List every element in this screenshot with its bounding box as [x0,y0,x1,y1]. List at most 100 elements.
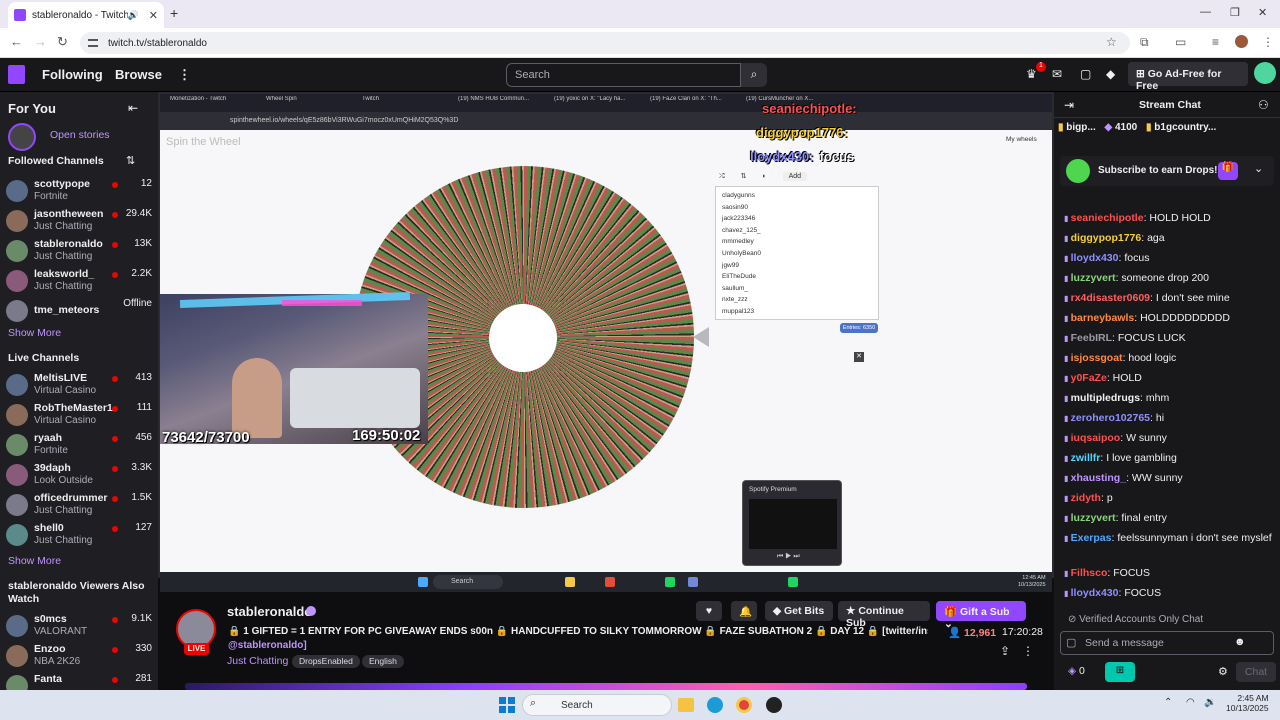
cast-icon[interactable]: ▭ [1175,35,1186,49]
chat-message[interactable]: ▮ barneybawls: HOLDDDDDDDDD [1064,312,1274,325]
chat-username[interactable]: multipledrugs [1071,392,1140,404]
collapse-chat-icon[interactable]: ⇥ [1064,98,1074,112]
menu-icon[interactable]: ⋮ [1262,35,1274,49]
predictions-icon[interactable]: ⊞ [1105,662,1135,682]
chat-username[interactable]: Filhsco [1071,567,1108,579]
more-icon[interactable]: ⋮ [178,67,191,83]
chat-message[interactable]: ▮ zidyth: p [1064,492,1274,505]
gift-sub-button[interactable]: 🎁 Gift a Sub ⌄ [936,601,1026,630]
channel-item[interactable]: s0mcs VALORANT 9.1K [6,613,152,641]
chat-username[interactable]: diggypop1776 [1071,232,1142,244]
bits-icon[interactable]: ◆ [1106,67,1115,81]
search-input[interactable]: Search [506,63,741,87]
channel-item[interactable]: scottypope Fortnite 12 [6,178,152,206]
twitch-logo-icon[interactable] [8,65,25,84]
user-avatar[interactable] [1254,62,1276,84]
chat-username[interactable]: y0FaZe [1071,372,1107,384]
channel-points[interactable]: ◈ 0 [1068,665,1085,677]
show-more-followed[interactable]: Show More [8,327,61,339]
prime-loot-icon[interactable]: ♛ [1026,67,1037,81]
wifi-icon[interactable]: ◠ [1186,697,1195,708]
chat-message[interactable]: ▮ lloydx430: FOCUS [1064,587,1274,600]
chat-message[interactable]: ▮ lloydx430: focus [1064,252,1274,265]
chat-username[interactable]: luzzyvert [1071,512,1116,524]
channel-item[interactable]: Enzoo NBA 2K26 330 [6,643,152,671]
chat-username[interactable]: zwillfr [1071,452,1101,464]
new-tab-icon[interactable]: + [170,5,178,21]
chat-username[interactable]: luzzyvert [1071,272,1116,284]
channel-item[interactable]: MeltisLIVE Virtual Casino 413 [6,372,152,400]
open-stories-link[interactable]: Open stories [50,129,110,141]
windows-start-icon[interactable] [499,697,515,713]
show-more-live[interactable]: Show More [8,555,61,567]
chat-username[interactable]: xhausting_ [1071,472,1126,484]
channel-item[interactable]: shell0 Just Chatting 127 [6,522,152,550]
forward-icon[interactable]: → [34,34,47,49]
back-icon[interactable]: ← [10,34,23,49]
continue-sub-button[interactable]: ★ Continue Sub [838,601,930,629]
chrome-taskbar-icon[interactable] [736,697,752,713]
channel-item[interactable]: jasontheween Just Chatting 29.4K [6,208,152,236]
chat-message[interactable]: ▮ luzzyvert: someone drop 200 [1064,272,1274,285]
chat-message[interactable]: ▮ luzzyvert: final entry [1064,512,1274,525]
chat-username[interactable]: lloydx430 [1071,587,1119,599]
chat-message[interactable]: ▮ rx4disaster0609: I don't see mine [1064,292,1274,305]
notifications-icon[interactable]: ✉ [1052,67,1062,81]
channel-item[interactable]: ryaah Fortnite 456 [6,432,152,460]
search-icon[interactable]: ⌕ [741,63,767,87]
url-field[interactable]: twitch.tv/stableronaldo [80,32,1130,54]
chat-gear-icon[interactable]: ⚙ [1218,665,1228,678]
profile-icon[interactable] [1235,35,1248,48]
channel-item[interactable]: 39daph Look Outside 3.3K [6,462,152,490]
channel-item[interactable]: stableronaldo Just Chatting 13K [6,238,152,266]
chat-message[interactable]: ▮ zerohero102765: hi [1064,412,1274,425]
gift-drops-icon[interactable]: 🎁 [1218,162,1238,180]
chat-message[interactable]: ▮ isjossgoat: hood logic [1064,352,1274,365]
more-options-icon[interactable]: ⋮ [1022,644,1034,658]
chat-username[interactable]: lloydx430 [1071,252,1119,264]
nav-following[interactable]: Following [42,67,103,82]
chat-settings-icon[interactable]: ▢ [1066,636,1076,649]
chat-message[interactable]: ▮ y0FaZe: HOLD [1064,372,1274,385]
chat-username[interactable]: iuqsaipoo [1071,432,1121,444]
browser-tab[interactable]: stableronaldo - Twitch 🔊 ✕ [8,2,164,28]
chat-message[interactable]: ▮ FeebIRL: FOCUS LUCK [1064,332,1274,345]
chat-username[interactable]: zidyth [1071,492,1101,504]
chat-message[interactable]: ▮ xhausting_: WW sunny [1064,472,1274,485]
close-window-icon[interactable]: ✕ [1258,6,1267,19]
os-clock[interactable]: 2:45 AM 10/13/2025 [1226,693,1269,713]
chat-message[interactable]: ▮ diggypop1776: aga [1064,232,1274,245]
edge-icon[interactable] [707,697,723,713]
chat-username[interactable]: rx4disaster0609 [1071,292,1150,304]
site-info-icon[interactable] [88,39,98,47]
obs-icon[interactable] [766,697,782,713]
whispers-icon[interactable]: ▢ [1080,67,1091,81]
tray-chevron-icon[interactable]: ⌃ [1164,697,1172,708]
nav-browse[interactable]: Browse [115,67,162,82]
tag-language[interactable]: English [362,655,404,668]
get-bits-button[interactable]: ◆ Get Bits [765,601,833,621]
streamer-name[interactable]: stableronaldo [227,604,312,619]
stories-avatar[interactable] [8,123,36,151]
tag-drops[interactable]: DropsEnabled [292,655,360,668]
follow-heart-icon[interactable]: ♥ [696,601,722,621]
chevron-down-icon[interactable]: ⌄ [1254,162,1263,175]
chat-username[interactable]: Exerpas [1071,532,1112,544]
reading-list-icon[interactable]: ≡ [1212,35,1219,49]
chat-message[interactable]: ▮ iuqsaipoo: W sunny [1064,432,1274,445]
chat-message[interactable]: ▮ seaniechipotle: HOLD HOLD [1064,212,1274,225]
chat-message[interactable]: ▮ zwillfr: I love gambling [1064,452,1274,465]
sort-icon[interactable]: ⇅ [126,154,135,167]
pick-emote-icon[interactable]: ☻ [1234,636,1246,648]
chat-message[interactable]: ▮ Filhsco: FOCUS [1064,567,1274,580]
bookmark-star-icon[interactable]: ☆ [1106,35,1117,49]
chat-username[interactable]: barneybawls [1071,312,1135,324]
stream-category[interactable]: Just Chatting [227,655,288,667]
stream-title-handle[interactable]: @stableronaldo] [228,640,307,651]
notification-bell-icon[interactable]: 🔔 [731,601,757,621]
channel-item[interactable]: RobTheMaster1 Virtual Casino 111 [6,402,152,430]
chat-username[interactable]: seaniechipotle [1071,212,1144,224]
share-icon[interactable]: ⇪ [1000,644,1010,658]
chat-message[interactable]: ▮ Exerpas: feelssunnyman i don't see mys… [1064,532,1274,545]
ad-free-button[interactable]: ⊞ Go Ad-Free for Free [1128,62,1248,92]
